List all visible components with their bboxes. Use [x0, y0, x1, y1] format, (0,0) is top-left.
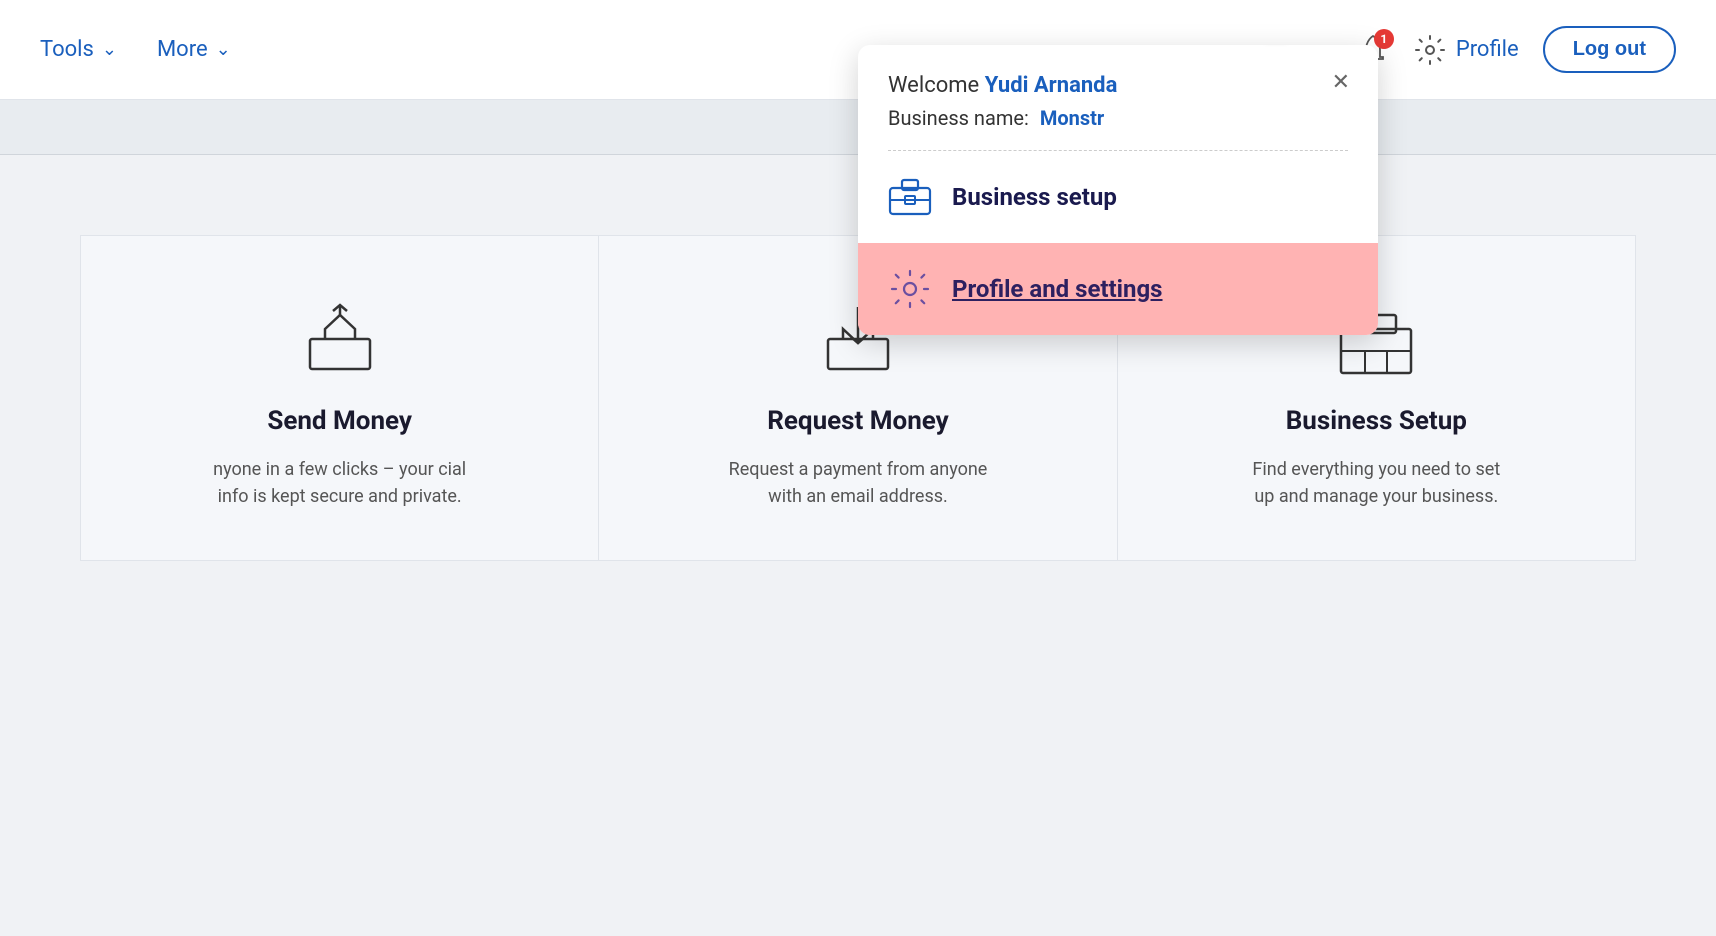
tools-label: Tools	[40, 37, 94, 62]
popup-close-button[interactable]: ✕	[1324, 65, 1358, 99]
profile-settings-menu-label: Profile and settings	[952, 275, 1163, 303]
tools-nav[interactable]: Tools ⌄	[40, 37, 117, 62]
popup-welcome: Welcome Yudi Arnanda	[888, 73, 1348, 98]
business-setup-menu-label: Business setup	[952, 183, 1117, 211]
popup-business-name: Monstr	[1040, 106, 1104, 130]
send-money-card: Send Money nyone in a few clicks – your …	[80, 235, 598, 561]
send-money-desc: nyone in a few clicks – your cial info i…	[210, 456, 470, 510]
nav-left: Tools ⌄ More ⌄	[40, 37, 231, 62]
main-content: Send Money nyone in a few clicks – your …	[0, 155, 1716, 621]
welcome-text: Welcome	[888, 73, 979, 98]
popup-user-name: Yudi Arnanda	[985, 73, 1118, 98]
settings-gear-icon	[888, 267, 932, 311]
send-money-title: Send Money	[267, 406, 412, 436]
send-money-icon	[295, 296, 385, 386]
gear-icon	[1414, 34, 1446, 66]
more-nav[interactable]: More ⌄	[157, 37, 231, 62]
popup-profile-settings-item[interactable]: Profile and settings	[858, 243, 1378, 335]
popup-business: Business name: Monstr	[888, 106, 1348, 130]
request-money-title: Request Money	[767, 406, 949, 436]
popup-business-setup-item[interactable]: Business setup	[858, 151, 1378, 243]
business-setup-desc: Find everything you need to set up and m…	[1246, 456, 1506, 510]
request-money-desc: Request a payment from anyone with an em…	[728, 456, 988, 510]
notification-count: 1	[1374, 29, 1394, 49]
business-label: Business name:	[888, 106, 1029, 130]
profile-button[interactable]: Profile	[1414, 34, 1519, 66]
briefcase-icon	[888, 175, 932, 219]
nav-right: 1 Profile Log out	[1356, 26, 1676, 73]
tools-chevron-icon: ⌄	[102, 39, 117, 60]
more-label: More	[157, 37, 208, 62]
profile-label: Profile	[1456, 37, 1519, 62]
popup-header: ✕ Welcome Yudi Arnanda Business name: Mo…	[858, 45, 1378, 150]
logout-button[interactable]: Log out	[1543, 26, 1676, 73]
more-chevron-icon: ⌄	[216, 39, 231, 60]
profile-popup: ✕ Welcome Yudi Arnanda Business name: Mo…	[858, 45, 1378, 335]
business-setup-title: Business Setup	[1286, 406, 1467, 436]
